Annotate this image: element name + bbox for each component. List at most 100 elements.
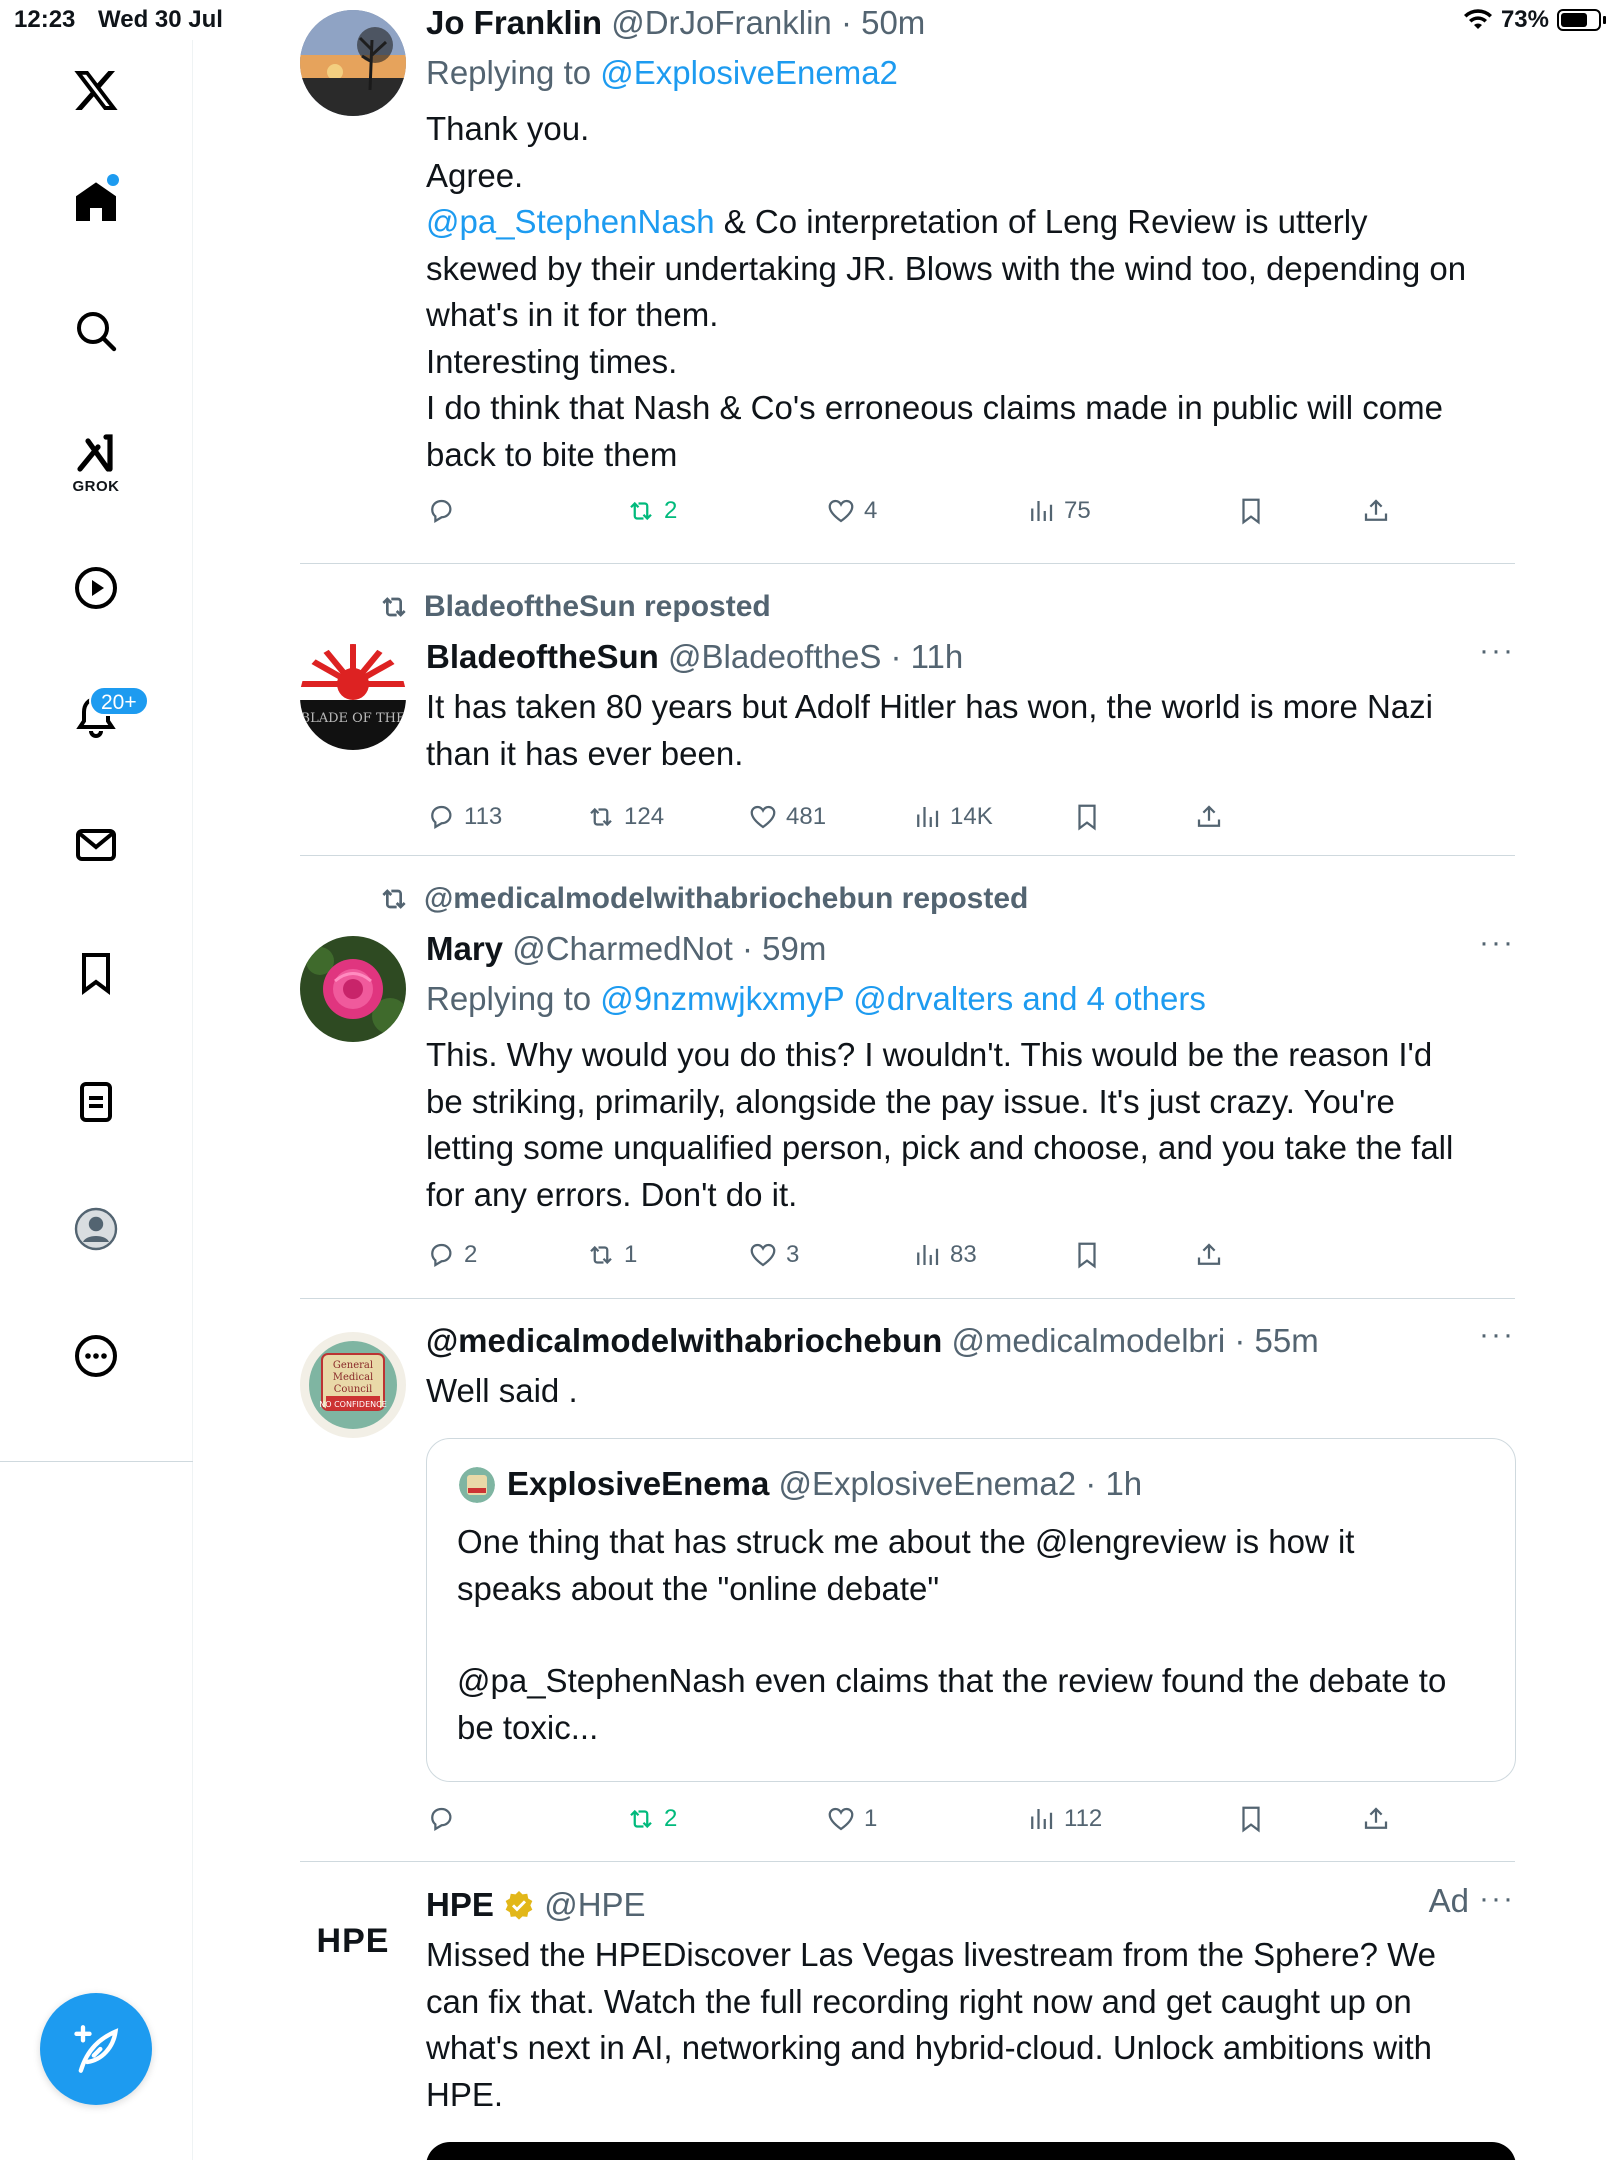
share-button[interactable] (1361, 496, 1391, 526)
quoted-tweet[interactable]: ExplosiveEnema @ExplosiveEnema2 · 1h One… (426, 1438, 1516, 1782)
like-button[interactable]: 4 (826, 496, 877, 526)
tweet-divider (300, 563, 1515, 564)
views-button[interactable]: 112 (1026, 1804, 1102, 1834)
tweet-time[interactable]: · 11h (891, 638, 964, 675)
tweet-header: Jo Franklin @DrJoFranklin · 50m (426, 0, 1506, 46)
repost-button[interactable]: 2 (626, 496, 677, 526)
repost-button[interactable]: 2 (626, 1804, 677, 1834)
repost-button[interactable]: 1 (586, 1240, 637, 1270)
avatar[interactable]: General Medical Council NO CONFIDENCE (300, 1332, 406, 1438)
bookmark-button[interactable] (1072, 802, 1102, 832)
grok-label: GROK (72, 478, 120, 495)
author-handle[interactable]: @medicalmodelbri (951, 1322, 1225, 1359)
tweet-time[interactable]: · 50m (841, 4, 925, 41)
more-options-button[interactable]: ··· (1479, 634, 1515, 668)
reposted-by[interactable]: @medicalmodelwithabriochebun reposted (424, 882, 1028, 916)
home-icon[interactable] (63, 170, 129, 236)
home-unread-dot (107, 174, 119, 186)
lists-icon[interactable] (63, 1069, 129, 1135)
hpe-logo[interactable]: HPE (300, 1922, 406, 1961)
video-icon[interactable] (63, 555, 129, 621)
author-handle[interactable]: @DrJoFranklin (611, 4, 832, 41)
tweet-text: Missed the HPEDiscover Las Vegas livestr… (426, 1932, 1506, 2118)
bookmark-icon[interactable] (63, 940, 129, 1006)
reposted-by[interactable]: BladeoftheSun reposted (424, 590, 771, 624)
text-line: Agree. (426, 156, 524, 194)
share-icon (1364, 1807, 1388, 1829)
share-button[interactable] (1194, 1240, 1224, 1270)
bookmark-button[interactable] (1236, 496, 1266, 526)
reply-context: Replying to @9nzmwjkxmyP @drvalters and … (426, 976, 1506, 1022)
author-handle[interactable]: @BladeoftheS (668, 638, 881, 675)
reply-context: Replying to @ExplosiveEnema2 (426, 50, 1506, 96)
views-icon (917, 807, 939, 827)
search-icon[interactable] (63, 298, 129, 364)
text-line: This. Why would you do this? I wouldn't.… (426, 1036, 1433, 1073)
share-button[interactable] (1361, 1804, 1391, 1834)
tweet-text: It has taken 80 years but Adolf Hitler h… (426, 684, 1506, 777)
heart-icon (828, 1807, 854, 1831)
views-button[interactable]: 14K (912, 802, 993, 832)
views-icon (1031, 1809, 1053, 1829)
avatar[interactable] (300, 10, 406, 116)
more-icon[interactable] (63, 1323, 129, 1389)
mail-icon[interactable] (63, 812, 129, 878)
like-button[interactable]: 1 (826, 1804, 877, 1834)
views-icon (917, 1245, 939, 1265)
author-name[interactable]: Mary (426, 930, 503, 967)
share-button[interactable] (1194, 802, 1224, 832)
quoted-header: ExplosiveEnema @ExplosiveEnema2 · 1h (507, 1461, 1142, 1507)
tweet-divider (300, 1861, 1515, 1862)
text-line: speaks about the "online debate" (457, 1569, 940, 1607)
reply-button[interactable] (426, 496, 456, 526)
like-count: 481 (786, 803, 827, 830)
views-button[interactable]: 75 (1026, 496, 1091, 526)
grok-icon[interactable] (63, 420, 129, 486)
profile-icon[interactable] (63, 1196, 129, 1262)
tweet-actions: 2 4 75 (426, 496, 1426, 536)
tweet-header: BladeoftheSun @BladeoftheS · 11h (426, 634, 1506, 680)
reply-to-link[interactable]: @9nzmwjkxmyP @drvalters and 4 others (600, 980, 1206, 1017)
repost-context: BladeoftheSun reposted (378, 590, 771, 624)
text-line: I do think that Nash & Co's erroneous cl… (426, 389, 1443, 426)
status-date: Wed 30 Jul (98, 6, 223, 33)
text-line: what's in it for them. (426, 296, 719, 333)
x-logo-icon[interactable] (63, 57, 129, 123)
views-count: 75 (1064, 497, 1091, 524)
author-name[interactable]: BladeoftheSun (426, 638, 659, 675)
like-button[interactable]: 3 (748, 1240, 799, 1270)
more-options-button[interactable]: ··· (1479, 1318, 1515, 1352)
text-line: @pa_StephenNash & Co interpretation of L… (426, 199, 1506, 246)
avatar[interactable]: BLADE OF THE (300, 644, 406, 750)
repost-count: 124 (624, 803, 665, 830)
reply-button[interactable] (426, 1804, 456, 1834)
tweet-time[interactable]: · 55m (1234, 1322, 1318, 1359)
author-name[interactable]: @medicalmodelwithabriochebun (426, 1322, 942, 1359)
ad-label: Ad (1428, 1882, 1469, 1919)
repost-button[interactable]: 124 (586, 802, 664, 832)
compose-button[interactable] (40, 1993, 152, 2105)
ad-media-preview[interactable] (426, 2142, 1516, 2160)
author-name[interactable]: Jo Franklin (426, 4, 602, 41)
bookmark-button[interactable] (1072, 1240, 1102, 1270)
svg-text:General: General (333, 1360, 373, 1371)
avatar[interactable] (300, 936, 406, 1042)
tweet-time[interactable]: · 59m (742, 930, 826, 967)
like-button[interactable]: 481 (748, 802, 826, 832)
author-name[interactable]: HPE (426, 1886, 494, 1923)
bookmark-button[interactable] (1236, 1804, 1266, 1834)
author-handle[interactable]: @HPE (544, 1886, 645, 1923)
more-options-button[interactable]: ··· (1479, 1882, 1515, 1916)
views-button[interactable]: 83 (912, 1240, 977, 1270)
reply-to-link[interactable]: @ExplosiveEnema2 (600, 54, 898, 91)
author-handle[interactable]: @CharmedNot (512, 930, 733, 967)
reply-button[interactable]: 113 (426, 802, 502, 832)
more-options-button[interactable]: ··· (1479, 926, 1515, 960)
notifications-badge: 20+ (89, 686, 149, 716)
text-line: for any errors. Don't do it. (426, 1175, 798, 1213)
reply-button[interactable]: 2 (426, 1240, 477, 1270)
mention-link[interactable]: @pa_StephenNash (426, 203, 715, 240)
svg-text:NO CONFIDENCE: NO CONFIDENCE (319, 1400, 387, 1409)
tweet-text: Well said . (426, 1368, 1506, 1415)
